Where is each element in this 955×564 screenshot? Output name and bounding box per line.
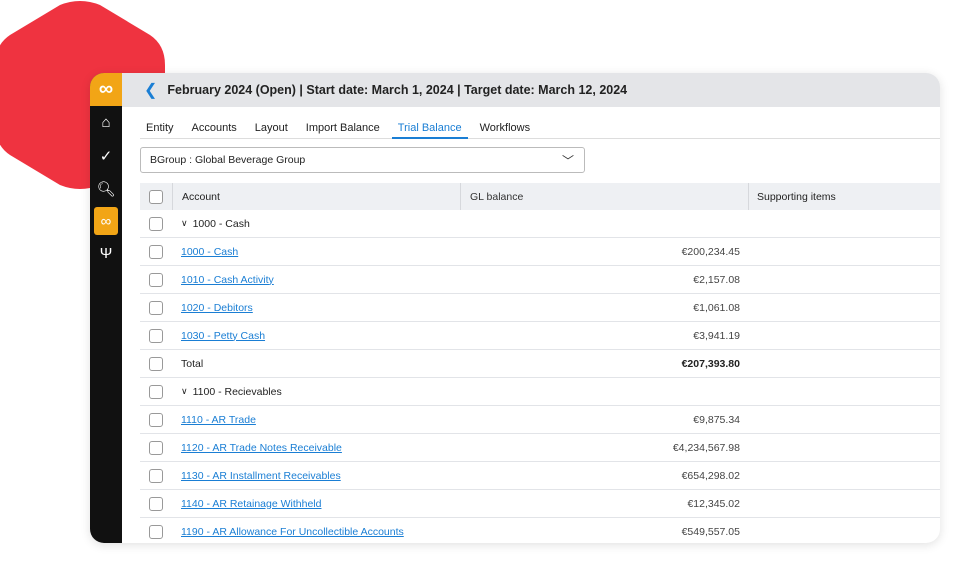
row-checkbox[interactable] xyxy=(149,440,163,455)
account-link[interactable]: 1110 - AR Trade xyxy=(181,414,256,426)
gl-balance: €549,557.05 xyxy=(681,525,740,538)
tab-import-balance[interactable]: Import Balance xyxy=(300,118,386,139)
row-checkbox[interactable] xyxy=(149,216,163,231)
table-row: 1110 - AR Trade €9,875.34 xyxy=(140,406,940,434)
supporting-items xyxy=(748,322,940,349)
column-header-gl-balance[interactable]: GL balance xyxy=(460,183,748,210)
supporting-items xyxy=(748,518,940,543)
account-link[interactable]: 1000 - Cash xyxy=(181,246,238,258)
workflow-icon[interactable]: Ψ xyxy=(90,237,122,270)
table-row: 1020 - Debitors €1,061.08 xyxy=(140,294,940,322)
search-document-icon[interactable]: 🔍︎ xyxy=(90,172,122,205)
supporting-items xyxy=(748,434,940,461)
table-row: 1010 - Cash Activity €2,157.08 xyxy=(140,266,940,294)
column-header-account[interactable]: Account xyxy=(172,183,460,210)
supporting-items xyxy=(748,238,940,265)
row-checkbox[interactable] xyxy=(149,356,163,371)
supporting-items xyxy=(748,266,940,293)
group-label: 1100 - Recievables xyxy=(192,385,282,398)
group-label: 1000 - Cash xyxy=(192,217,250,230)
supporting-items xyxy=(748,294,940,321)
account-link[interactable]: 1190 - AR Allowance For Uncollectible Ac… xyxy=(181,526,404,538)
gl-balance: €9,875.34 xyxy=(693,413,740,426)
row-checkbox[interactable] xyxy=(149,328,163,343)
entity-select[interactable]: BGroup : Global Beverage Group ﹀ xyxy=(140,147,585,173)
group-row: ∨ 1000 - Cash xyxy=(140,210,940,238)
infinity-icon[interactable]: ∞ xyxy=(94,207,118,235)
table-row: 1000 - Cash €200,234.45 xyxy=(140,238,940,266)
gl-balance: €1,061.08 xyxy=(693,301,740,314)
page-header: ❮ February 2024 (Open) | Start date: Mar… xyxy=(122,73,940,107)
gl-balance: €12,345.02 xyxy=(687,497,740,510)
expand-chevron-icon[interactable]: ∨ xyxy=(181,218,188,229)
gl-balance: €200,234.45 xyxy=(681,245,740,258)
row-checkbox[interactable] xyxy=(149,524,163,539)
tab-entity[interactable]: Entity xyxy=(140,118,180,139)
group-row: ∨ 1100 - Recievables xyxy=(140,378,940,406)
row-checkbox[interactable] xyxy=(149,496,163,511)
total-balance: €207,393.80 xyxy=(681,357,740,370)
table-row: 1190 - AR Allowance For Uncollectible Ac… xyxy=(140,518,940,543)
table-row: 1120 - AR Trade Notes Receivable €4,234,5… xyxy=(140,434,940,462)
entity-select-value: BGroup : Global Beverage Group xyxy=(150,154,306,166)
tab-workflows[interactable]: Workflows xyxy=(474,118,537,139)
logo-icon: ∞ xyxy=(90,73,122,106)
sidebar: ∞ ⌂ ✓ 🔍︎ ∞ Ψ xyxy=(90,73,122,543)
account-link[interactable]: 1130 - AR Installment Receivables xyxy=(181,470,341,482)
row-checkbox[interactable] xyxy=(149,244,163,259)
tab-layout[interactable]: Layout xyxy=(249,118,294,139)
account-link[interactable]: 1030 - Petty Cash xyxy=(181,330,265,342)
check-circle-icon[interactable]: ✓ xyxy=(90,139,122,172)
trial-balance-table: Account GL balance Supporting items ∨ 100… xyxy=(140,183,940,543)
row-checkbox[interactable] xyxy=(149,272,163,287)
chevron-down-icon: ﹀ xyxy=(561,154,574,168)
account-link[interactable]: 1140 - AR Retainage Withheld xyxy=(181,498,321,510)
table-row: 1130 - AR Installment Receivables €654,29… xyxy=(140,462,940,490)
expand-chevron-icon[interactable]: ∨ xyxy=(181,386,188,397)
tab-accounts[interactable]: Accounts xyxy=(186,118,243,139)
row-checkbox[interactable] xyxy=(149,300,163,315)
supporting-items xyxy=(748,462,940,489)
back-chevron-icon[interactable]: ❮ xyxy=(144,80,157,100)
account-link[interactable]: 1010 - Cash Activity xyxy=(181,274,274,286)
table-row: 1140 - AR Retainage Withheld €12,345.02 xyxy=(140,490,940,518)
total-label: Total xyxy=(181,357,204,370)
table-row: 1030 - Petty Cash €3,941.19 xyxy=(140,322,940,350)
row-checkbox[interactable] xyxy=(149,412,163,427)
tab-bar: Entity Accounts Layout Import Balance Tr… xyxy=(140,118,940,139)
tab-trial-balance[interactable]: Trial Balance xyxy=(391,118,468,139)
column-header-supporting-items[interactable]: Supporting items xyxy=(748,183,940,210)
gl-balance: €654,298.02 xyxy=(681,469,740,482)
account-link[interactable]: 1120 - AR Trade Notes Receivable xyxy=(181,442,342,454)
page-title: February 2024 (Open) | Start date: March… xyxy=(167,83,628,97)
gl-balance: €2,157.08 xyxy=(693,273,740,286)
supporting-items xyxy=(748,490,940,517)
gl-balance: €3,941.19 xyxy=(693,329,740,342)
row-checkbox[interactable] xyxy=(149,384,163,399)
app-window: ∞ ⌂ ✓ 🔍︎ ∞ Ψ ❮ February 2024 (Open) | St… xyxy=(90,73,940,543)
table-header: Account GL balance Supporting items xyxy=(140,183,940,210)
total-row: Total €207,393.80 xyxy=(140,350,940,378)
home-icon[interactable]: ⌂ xyxy=(90,106,122,139)
gl-balance: €4,234,567.98 xyxy=(672,441,740,454)
row-checkbox[interactable] xyxy=(149,468,163,483)
select-all-checkbox[interactable] xyxy=(149,189,163,204)
supporting-items xyxy=(748,406,940,433)
account-link[interactable]: 1020 - Debitors xyxy=(181,302,253,314)
